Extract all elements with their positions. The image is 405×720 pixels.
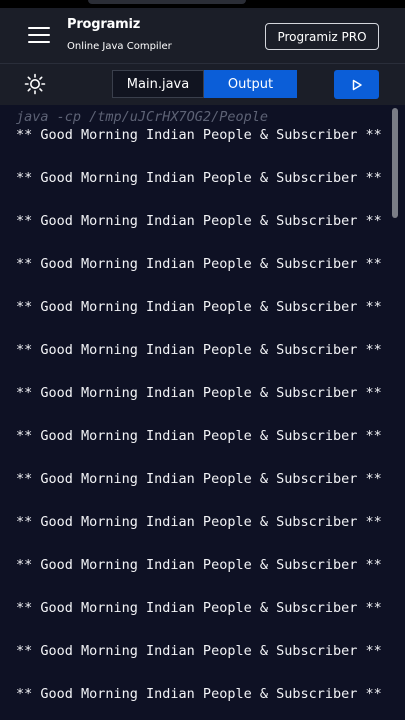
- output-line: ** Good Morning Indian People & Subscrib…: [16, 342, 382, 358]
- output-line: ** Good Morning Indian People & Subscrib…: [16, 127, 382, 143]
- output-line: ** Good Morning Indian People & Subscrib…: [16, 299, 382, 315]
- tab-main-java[interactable]: Main.java: [112, 70, 204, 98]
- status-bar: [0, 0, 405, 8]
- output-console[interactable]: java -cp /tmp/uJCrHX7OG2/People ** Good …: [0, 105, 405, 720]
- output-line: ** Good Morning Indian People & Subscrib…: [16, 170, 382, 186]
- output-line: ** Good Morning Indian People & Subscrib…: [16, 385, 382, 401]
- status-pill: [88, 0, 246, 4]
- editor-tabs: Main.java Output: [112, 70, 297, 98]
- programiz-pro-button[interactable]: Programiz PRO: [265, 23, 379, 50]
- output-line: ** Good Morning Indian People & Subscrib…: [16, 471, 382, 487]
- output-line: ** Good Morning Indian People & Subscrib…: [16, 643, 382, 659]
- output-line: ** Good Morning Indian People & Subscrib…: [16, 213, 382, 229]
- output-line: ** Good Morning Indian People & Subscrib…: [16, 557, 382, 573]
- play-icon: [352, 79, 362, 90]
- editor-toolbar: Main.java Output: [0, 63, 405, 105]
- output-line: ** Good Morning Indian People & Subscrib…: [16, 600, 382, 616]
- output-line: ** Good Morning Indian People & Subscrib…: [16, 428, 382, 444]
- page-subtitle: Online Java Compiler: [67, 41, 172, 52]
- logo[interactable]: Programiz: [67, 17, 140, 32]
- output-line: ** Good Morning Indian People & Subscrib…: [16, 686, 382, 702]
- tab-output[interactable]: Output: [204, 70, 297, 98]
- run-button[interactable]: [334, 70, 379, 99]
- output-line: ** Good Morning Indian People & Subscrib…: [16, 256, 382, 272]
- console-scrollbar[interactable]: [392, 108, 398, 218]
- command-line: java -cp /tmp/uJCrHX7OG2/People: [16, 109, 268, 125]
- hamburger-icon[interactable]: [28, 27, 50, 44]
- output-line: ** Good Morning Indian People & Subscrib…: [16, 514, 382, 530]
- app-header: Programiz Online Java Compiler Programiz…: [0, 8, 405, 63]
- sun-icon[interactable]: [24, 73, 46, 95]
